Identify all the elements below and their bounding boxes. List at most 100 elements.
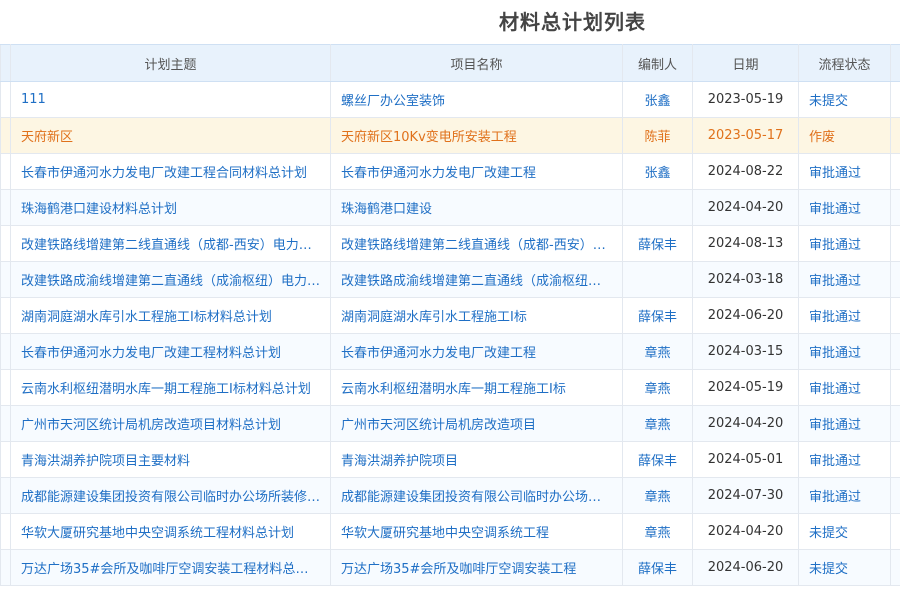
cell-status: 审批通过 xyxy=(798,333,891,370)
cell-date: 2024-06-20 xyxy=(692,549,799,586)
cell-date: 2024-07-30 xyxy=(692,477,799,514)
cell-topic-link[interactable]: 万达广场35#会所及咖啡厅空调安装工程材料总计划 xyxy=(10,549,331,586)
cell-date: 2024-03-18 xyxy=(692,261,799,298)
table-row[interactable]: 华软大厦研究基地中央空调系统工程材料总计划 华软大厦研究基地中央空调系统工程 章燕 2… xyxy=(0,513,900,550)
cell-project-link[interactable]: 改建铁路成渝线增建第二直通线（成渝枢纽… xyxy=(330,261,623,298)
cell-topic-link[interactable]: 珠海鹤港口建设材料总计划 xyxy=(10,189,331,226)
cell-date: 2024-08-22 xyxy=(692,153,799,190)
cell-status: 审批通过 xyxy=(798,261,891,298)
column-header-project[interactable]: 项目名称 xyxy=(330,44,623,82)
column-header-author[interactable]: 编制人 xyxy=(622,44,693,82)
cell-topic-link[interactable]: 华软大厦研究基地中央空调系统工程材料总计划 xyxy=(10,513,331,550)
cell-project-link[interactable]: 天府新区10Kv变电所安装工程 xyxy=(330,117,623,154)
cell-project-link[interactable]: 华软大厦研究基地中央空调系统工程 xyxy=(330,513,623,550)
cell-project-link[interactable]: 珠海鹤港口建设 xyxy=(330,189,623,226)
cell-date: 2024-04-20 xyxy=(692,405,799,442)
cell-project-link[interactable]: 成都能源建设集团投资有限公司临时办公场… xyxy=(330,477,623,514)
cell-date: 2023-05-17 xyxy=(692,117,799,154)
cell-author: 张鑫 xyxy=(622,81,693,118)
row-spacer xyxy=(0,477,11,514)
cell-author: 章燕 xyxy=(622,369,693,406)
row-spacer-right xyxy=(890,333,900,370)
material-plan-table: 计划主题 项目名称 编制人 日期 流程状态 111 螺丝厂办公室装饰 张鑫 2023-… xyxy=(0,44,900,586)
cell-topic-link[interactable]: 长春市伊通河水力发电厂改建工程合同材料总计划 xyxy=(10,153,331,190)
cell-status: 未提交 xyxy=(798,513,891,550)
row-spacer-right xyxy=(890,441,900,478)
cell-status: 审批通过 xyxy=(798,153,891,190)
cell-status: 审批通过 xyxy=(798,189,891,226)
table-row[interactable]: 青海洪湖养护院项目主要材料 青海洪湖养护院项目 薛保丰 2024-05-01 审批通过 xyxy=(0,441,900,478)
cell-topic-link[interactable]: 广州市天河区统计局机房改造项目材料总计划 xyxy=(10,405,331,442)
table-row[interactable]: 成都能源建设集团投资有限公司临时办公场所装修… 成都能源建设集团投资有限公司临时办… xyxy=(0,477,900,514)
cell-topic-link[interactable]: 湖南洞庭湖水库引水工程施工I标材料总计划 xyxy=(10,297,331,334)
cell-date: 2023-05-19 xyxy=(692,81,799,118)
cell-date: 2024-04-20 xyxy=(692,189,799,226)
column-header-status[interactable]: 流程状态 xyxy=(798,44,891,82)
cell-status: 审批通过 xyxy=(798,369,891,406)
cell-status: 作废 xyxy=(798,117,891,154)
cell-author: 张鑫 xyxy=(622,153,693,190)
table-row[interactable]: 云南水利枢纽潜明水库一期工程施工I标材料总计划 云南水利枢纽潜明水库一期工程施工I… xyxy=(0,369,900,406)
table-row[interactable]: 长春市伊通河水力发电厂改建工程材料总计划 长春市伊通河水力发电厂改建工程 章燕 202… xyxy=(0,333,900,370)
cell-topic-link[interactable]: 长春市伊通河水力发电厂改建工程材料总计划 xyxy=(10,333,331,370)
cell-author: 薛保丰 xyxy=(622,297,693,334)
cell-topic-link[interactable]: 改建铁路线增建第二线直通线（成都-西安）电力… xyxy=(10,225,331,262)
table-row[interactable]: 111 螺丝厂办公室装饰 张鑫 2023-05-19 未提交 xyxy=(0,81,900,118)
table-row[interactable]: 天府新区 天府新区10Kv变电所安装工程 陈菲 2023-05-17 作废 xyxy=(0,117,900,154)
row-spacer-right xyxy=(890,369,900,406)
table-row[interactable]: 长春市伊通河水力发电厂改建工程合同材料总计划 长春市伊通河水力发电厂改建工程 张鑫 2… xyxy=(0,153,900,190)
cell-topic-link[interactable]: 天府新区 xyxy=(10,117,331,154)
row-spacer xyxy=(0,369,11,406)
cell-author: 薛保丰 xyxy=(622,549,693,586)
page-title: 材料总计划列表 xyxy=(499,10,646,34)
column-header-topic[interactable]: 计划主题 xyxy=(10,44,331,82)
table-row[interactable]: 万达广场35#会所及咖啡厅空调安装工程材料总计划 万达广场35#会所及咖啡厅空调安… xyxy=(0,549,900,586)
row-spacer-right xyxy=(890,549,900,586)
row-spacer xyxy=(0,549,11,586)
cell-topic-link[interactable]: 改建铁路成渝线增建第二直通线（成渝枢纽）电力… xyxy=(10,261,331,298)
row-spacer-right xyxy=(890,297,900,334)
cell-topic-link[interactable]: 青海洪湖养护院项目主要材料 xyxy=(10,441,331,478)
cell-status: 未提交 xyxy=(798,549,891,586)
row-spacer xyxy=(0,153,11,190)
cell-project-link[interactable]: 青海洪湖养护院项目 xyxy=(330,441,623,478)
row-spacer xyxy=(0,297,11,334)
cell-author xyxy=(622,189,693,226)
cell-date: 2024-04-20 xyxy=(692,513,799,550)
cell-project-link[interactable]: 广州市天河区统计局机房改造项目 xyxy=(330,405,623,442)
table-row[interactable]: 广州市天河区统计局机房改造项目材料总计划 广州市天河区统计局机房改造项目 章燕 202… xyxy=(0,405,900,442)
cell-project-link[interactable]: 长春市伊通河水力发电厂改建工程 xyxy=(330,153,623,190)
table-row[interactable]: 改建铁路线增建第二线直通线（成都-西安）电力… 改建铁路线增建第二线直通线（成都-… xyxy=(0,225,900,262)
cell-author: 章燕 xyxy=(622,405,693,442)
table-row[interactable]: 改建铁路成渝线增建第二直通线（成渝枢纽）电力… 改建铁路成渝线增建第二直通线（成渝… xyxy=(0,261,900,298)
row-spacer-right xyxy=(890,513,900,550)
row-spacer xyxy=(0,261,11,298)
table-row[interactable]: 珠海鹤港口建设材料总计划 珠海鹤港口建设 2024-04-20 审批通过 xyxy=(0,189,900,226)
cell-project-link[interactable]: 螺丝厂办公室装饰 xyxy=(330,81,623,118)
cell-date: 2024-08-13 xyxy=(692,225,799,262)
row-spacer-right xyxy=(890,477,900,514)
cell-project-link[interactable]: 云南水利枢纽潜明水库一期工程施工I标 xyxy=(330,369,623,406)
cell-topic-link[interactable]: 111 xyxy=(10,81,331,118)
table-row[interactable]: 湖南洞庭湖水库引水工程施工I标材料总计划 湖南洞庭湖水库引水工程施工I标 薛保丰 20… xyxy=(0,297,900,334)
column-header-date[interactable]: 日期 xyxy=(692,44,799,82)
cell-date: 2024-06-20 xyxy=(692,297,799,334)
cell-topic-link[interactable]: 成都能源建设集团投资有限公司临时办公场所装修… xyxy=(10,477,331,514)
cell-date: 2024-03-15 xyxy=(692,333,799,370)
cell-project-link[interactable]: 改建铁路线增建第二线直通线（成都-西安）… xyxy=(330,225,623,262)
cell-project-link[interactable]: 长春市伊通河水力发电厂改建工程 xyxy=(330,333,623,370)
cell-project-link[interactable]: 湖南洞庭湖水库引水工程施工I标 xyxy=(330,297,623,334)
cell-topic-link[interactable]: 云南水利枢纽潜明水库一期工程施工I标材料总计划 xyxy=(10,369,331,406)
row-spacer xyxy=(0,117,11,154)
cell-author xyxy=(622,261,693,298)
cell-status: 审批通过 xyxy=(798,297,891,334)
cell-status: 审批通过 xyxy=(798,225,891,262)
row-spacer-right xyxy=(890,153,900,190)
cell-date: 2024-05-19 xyxy=(692,369,799,406)
cell-project-link[interactable]: 万达广场35#会所及咖啡厅空调安装工程 xyxy=(330,549,623,586)
cell-author: 薛保丰 xyxy=(622,225,693,262)
row-spacer xyxy=(0,513,11,550)
row-spacer xyxy=(0,225,11,262)
row-spacer xyxy=(0,405,11,442)
cell-status: 审批通过 xyxy=(798,477,891,514)
